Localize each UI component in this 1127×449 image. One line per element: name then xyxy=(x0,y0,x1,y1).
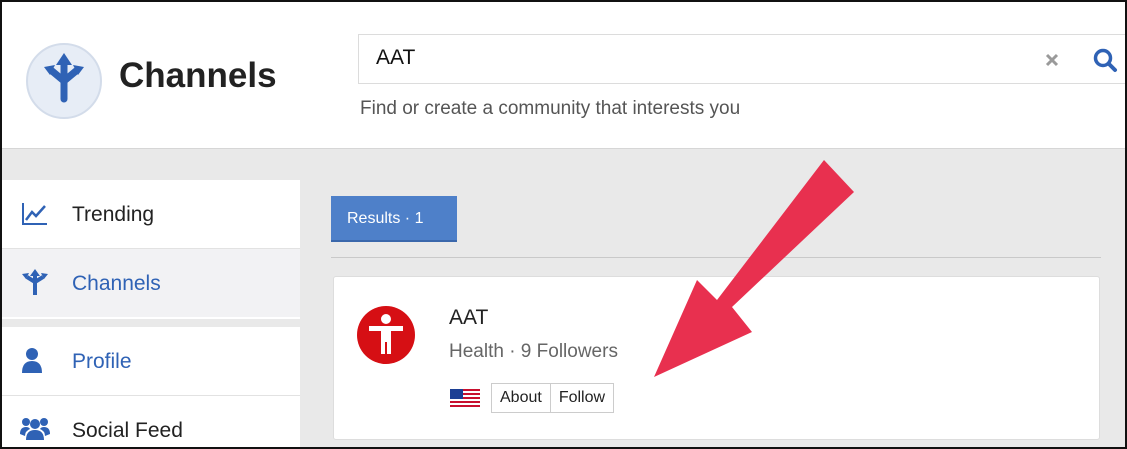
sidebar-item-profile[interactable]: Profile xyxy=(2,327,300,395)
tab-label: Results · 1 xyxy=(347,210,424,227)
search-input[interactable]: AAT xyxy=(358,34,1125,84)
sidebar-item-trending[interactable]: Trending xyxy=(2,180,300,248)
channel-name[interactable]: AAT xyxy=(449,306,488,330)
person-icon xyxy=(20,347,50,375)
search-value: AAT xyxy=(376,46,416,69)
follow-button[interactable]: Follow xyxy=(549,384,614,412)
sidebar-item-label: Profile xyxy=(72,350,132,373)
search-icon[interactable] xyxy=(1092,47,1118,73)
channels-logo-icon[interactable] xyxy=(26,43,102,119)
search-hint: Find or create a community that interest… xyxy=(360,98,741,119)
sidebar-item-channels[interactable]: Channels xyxy=(2,249,300,317)
header: Channels AAT Find or create a community … xyxy=(2,2,1125,149)
app-title: Channels xyxy=(119,56,277,95)
about-button[interactable]: About xyxy=(492,384,550,412)
group-icon xyxy=(20,416,50,444)
channels-icon xyxy=(20,269,50,297)
annotation-arrow xyxy=(654,160,854,377)
sidebar-nav-card: Trending Channels xyxy=(2,180,300,319)
sidebar-item-label: Trending xyxy=(72,203,155,226)
sidebar-item-label: Social Feed xyxy=(72,419,183,442)
sidebar-item-label: Channels xyxy=(72,272,161,295)
tab-results[interactable]: Results · 1 xyxy=(331,196,457,242)
close-icon[interactable] xyxy=(1042,50,1062,70)
channel-meta: Health · 9 Followers xyxy=(449,341,618,362)
channel-avatar[interactable] xyxy=(357,306,415,364)
channel-actions: About Follow xyxy=(491,383,615,413)
sidebar-user-card: Profile Social Feed xyxy=(2,327,300,447)
app-frame: Channels AAT Find or create a community … xyxy=(0,0,1127,449)
sidebar-item-social-feed[interactable]: Social Feed xyxy=(2,396,300,447)
us-flag-icon xyxy=(450,389,480,407)
trending-chart-icon xyxy=(20,200,50,228)
